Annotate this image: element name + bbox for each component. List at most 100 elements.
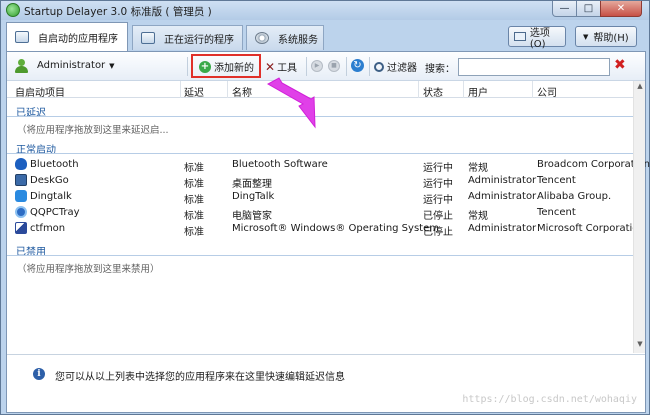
cell-item: Bluetooth [30, 159, 79, 170]
options-label: 选项(O) [529, 27, 550, 50]
cell-company: Tencent [537, 175, 576, 186]
column-header-user[interactable]: 用户 [468, 84, 488, 99]
list-item[interactable]: DeskGo 标准 桌面整理 运行中 Administrator Tencent [7, 173, 633, 190]
cell-delay: 标准 [184, 179, 204, 190]
minimize-button[interactable]: — [552, 1, 577, 17]
list-item[interactable]: QQPCTray 标准 电脑管家 已停止 常规 Tencent [7, 205, 633, 222]
qqpctray-icon [15, 206, 27, 218]
vertical-scrollbar[interactable]: ▲ ▼ [633, 81, 645, 353]
info-text: 您可以从以上列表中选择您的应用程序来在这里快速编辑延迟信息 [55, 372, 345, 383]
column-divider[interactable] [180, 81, 181, 98]
caret-down-icon: ▼ [109, 62, 115, 70]
cell-name: 桌面整理 [232, 179, 272, 190]
window-icon [15, 31, 29, 43]
cell-name: Microsoft® Windows® Operating System [232, 223, 439, 234]
cell-user: Administrator [468, 223, 537, 234]
cell-status: 运行中 [423, 179, 453, 190]
toolbar-separator [187, 57, 188, 76]
app-icon [6, 3, 20, 17]
cell-company: Tencent [537, 207, 576, 218]
cell-status: 运行中 [423, 195, 453, 206]
divider [7, 354, 645, 355]
stop-icon[interactable]: ■ [328, 60, 340, 72]
disabled-drop-hint: （将应用程序拖放到这里来禁用） [17, 264, 160, 275]
tab-autostart-apps[interactable]: 自启动的应用程序 [6, 22, 128, 51]
group-delayed[interactable]: 已延迟 [7, 102, 633, 119]
search-label: 搜索： [425, 64, 455, 75]
gear-icon [255, 32, 269, 44]
user-dropdown[interactable]: Administrator ▼ [37, 60, 115, 71]
play-icon[interactable]: ▶ [311, 60, 323, 72]
window-title: Startup Delayer 3.0 标准版 ( 管理员 ) [24, 6, 212, 18]
cell-delay: 标准 [184, 211, 204, 222]
filter-button[interactable]: 过滤器 [374, 59, 417, 74]
cell-name: 电脑管家 [232, 211, 272, 222]
list-header: 自启动项目 延迟 名称 状态 用户 公司 [7, 81, 645, 99]
cell-delay: 标准 [184, 163, 204, 174]
search-input[interactable] [458, 58, 610, 76]
info-icon: i [33, 368, 45, 380]
deskgo-icon [15, 174, 27, 186]
column-header-delay[interactable]: 延迟 [184, 84, 204, 99]
cell-status: 运行中 [423, 163, 453, 174]
toolbar-separator [346, 57, 347, 76]
main-panel: Administrator ▼ + 添加新的 ✕ 工具 ▶ ■ ↻ 过滤器 搜索： [6, 51, 650, 413]
cell-user: Administrator [468, 175, 537, 186]
ctfmon-icon [15, 222, 27, 234]
tab-label: 自启动的应用程序 [38, 33, 118, 45]
tab-running-programs[interactable]: 正在运行的程序 [132, 25, 243, 50]
column-divider[interactable] [418, 81, 419, 98]
window-icon [141, 32, 155, 44]
cell-name: Bluetooth Software [232, 159, 328, 170]
column-header-status[interactable]: 状态 [423, 84, 443, 99]
watermark: https://blog.csdn.net/wohaqiy [462, 394, 637, 405]
cell-item: DeskGo [30, 175, 69, 186]
tab-bar: 自启动的应用程序 正在运行的程序 系统服务 选项(O) ▼ 帮助(H) [6, 21, 646, 51]
caret-down-icon: ▼ [583, 32, 589, 41]
list-item[interactable]: Bluetooth 标准 Bluetooth Software 运行中 常规 B… [7, 157, 650, 174]
options-button[interactable]: 选项(O) [508, 26, 566, 50]
cell-status: 已停止 [423, 211, 453, 222]
filter-label: 过滤器 [387, 63, 417, 74]
cell-name: DingTalk [232, 191, 275, 202]
toolbar: Administrator ▼ + 添加新的 ✕ 工具 ▶ ■ ↻ 过滤器 搜索： [7, 52, 645, 81]
column-header-company[interactable]: 公司 [537, 84, 557, 99]
column-divider[interactable] [532, 81, 533, 98]
cell-company: Alibaba Group. [537, 191, 612, 202]
column-header-item[interactable]: 自启动项目 [15, 84, 65, 99]
cell-status: 已停止 [423, 227, 453, 238]
user-name: Administrator [37, 60, 106, 71]
maximize-button[interactable]: □ [576, 1, 601, 17]
tab-system-services[interactable]: 系统服务 [246, 25, 324, 50]
group-disabled[interactable]: 已禁用 [7, 241, 633, 258]
app-window: Startup Delayer 3.0 标准版 ( 管理员 ) — □ ✕ 自启… [0, 0, 650, 415]
tab-label: 正在运行的程序 [164, 34, 234, 46]
title-bar[interactable]: Startup Delayer 3.0 标准版 ( 管理员 ) — □ ✕ [1, 1, 649, 20]
scroll-up-icon[interactable]: ▲ [635, 82, 645, 94]
delayed-drop-hint: （将应用程序拖放到这里来延迟启... [17, 125, 169, 136]
cell-company: Microsoft Corporation [537, 223, 645, 234]
help-label: 帮助(H) [593, 33, 629, 44]
group-normal[interactable]: 正常启动 [7, 139, 633, 156]
column-divider[interactable] [463, 81, 464, 98]
magnifier-icon [374, 61, 384, 72]
cell-item: ctfmon [30, 223, 66, 234]
close-button[interactable]: ✕ [600, 1, 642, 17]
refresh-icon[interactable]: ↻ [351, 59, 364, 72]
clear-search-icon[interactable]: ✖ [614, 57, 626, 73]
startup-list: 已延迟 （将应用程序拖放到这里来延迟启... 正常启动 Bluetooth 标准… [7, 98, 650, 354]
cell-user: 常规 [468, 211, 488, 222]
help-button[interactable]: ▼ 帮助(H) [575, 26, 637, 47]
column-header-name[interactable]: 名称 [232, 84, 252, 99]
list-item[interactable]: Dingtalk 标准 DingTalk 运行中 Administrator A… [7, 189, 633, 206]
cell-user: Administrator [468, 191, 537, 202]
list-item[interactable]: ctfmon 标准 Microsoft® Windows® Operating … [7, 221, 645, 238]
tools-label: 工具 [277, 63, 298, 74]
column-divider[interactable] [227, 81, 228, 98]
toolbar-separator [306, 57, 307, 76]
dingtalk-icon [15, 190, 27, 202]
scroll-down-icon[interactable]: ▼ [635, 340, 645, 352]
tools-icon: ✕ [265, 59, 276, 74]
tools-button[interactable]: ✕ 工具 [265, 59, 298, 75]
cell-item: Dingtalk [30, 191, 72, 202]
